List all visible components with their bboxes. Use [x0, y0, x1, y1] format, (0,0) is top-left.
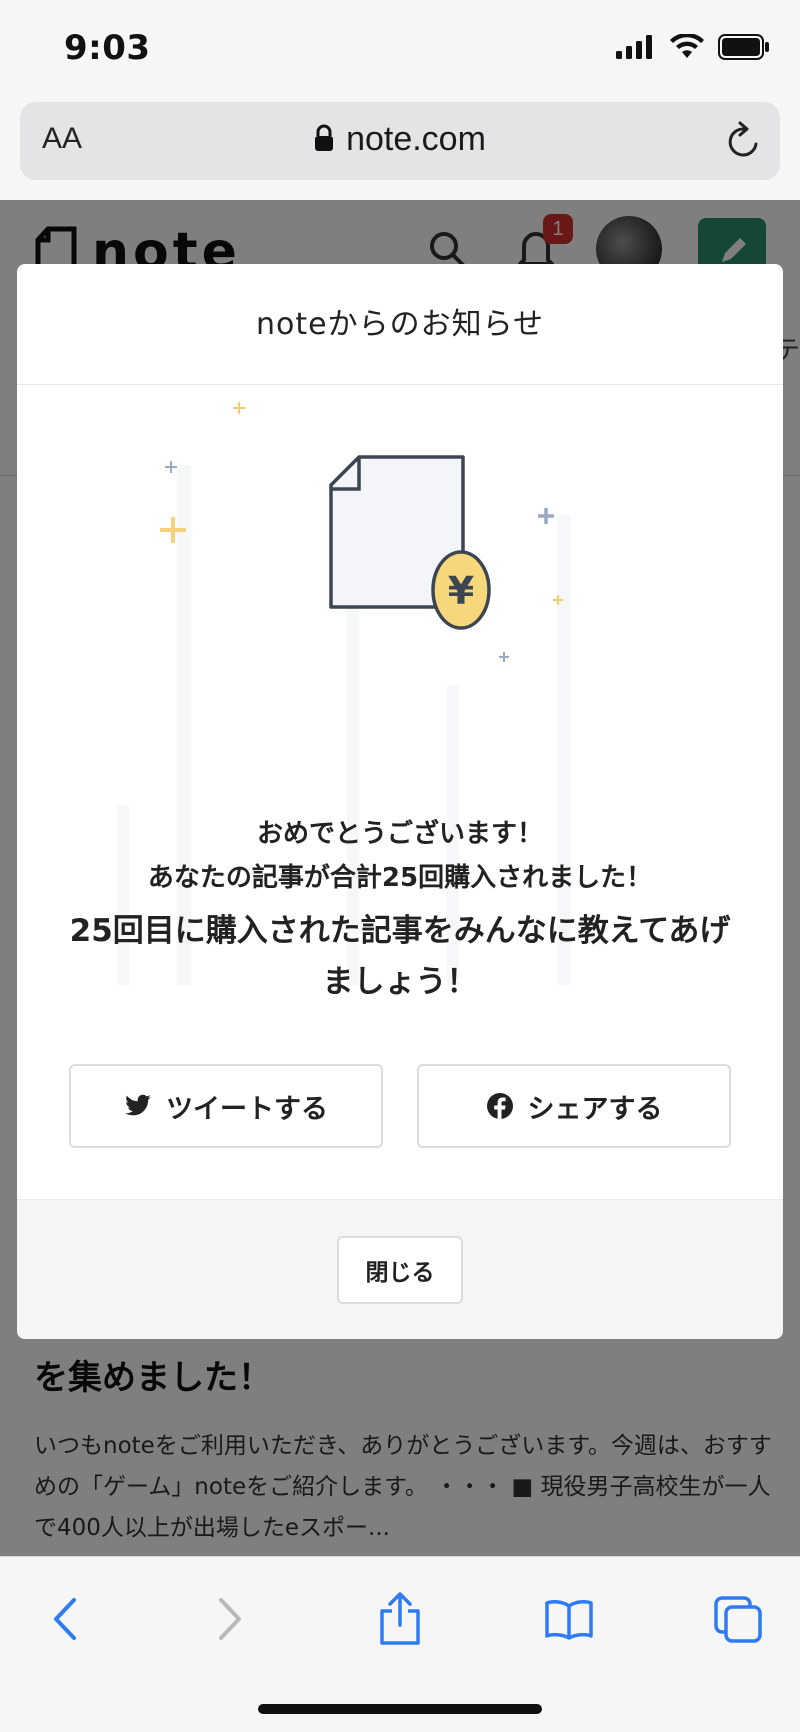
congratulation-message: おめでとうございます！ あなたの記事が合計25回購入されました！ 25回目に購入… [17, 812, 783, 1008]
wifi-icon [670, 34, 704, 58]
chevron-right-icon [219, 1598, 241, 1640]
address-bar[interactable]: AA note.com [20, 102, 780, 180]
book-icon [545, 1600, 593, 1640]
close-button[interactable]: 閉じる [337, 1236, 463, 1304]
url-text: note.com [346, 120, 486, 158]
home-indicator [258, 1704, 542, 1714]
tweet-button[interactable]: ツイートする [69, 1064, 383, 1148]
coin-symbol: ¥ [448, 569, 474, 613]
twitter-icon [125, 1094, 151, 1116]
notification-modal: noteからのお知らせ ¥ おめでとうございます！ あなたの記事が合計25回購入… [17, 264, 783, 1339]
forward-button[interactable] [200, 1589, 260, 1649]
share-buttons: ツイートする シェアする [69, 1064, 731, 1148]
facebook-share-button[interactable]: シェアする [417, 1064, 731, 1148]
chevron-left-icon [54, 1598, 76, 1640]
modal-title: noteからのお知らせ [256, 307, 544, 342]
share-icon [380, 1592, 420, 1645]
status-bar: 9:03 [0, 0, 800, 100]
tabs-icon [714, 1596, 762, 1643]
lock-icon [315, 124, 334, 151]
tabs-button[interactable] [708, 1589, 768, 1649]
tweet-label: ツイートする [166, 1093, 328, 1125]
reload-icon[interactable] [724, 120, 764, 162]
cellular-signal-icon [616, 35, 652, 59]
share-page-button[interactable] [370, 1589, 430, 1649]
modal-footer: 閉じる [17, 1199, 783, 1339]
status-time: 9:03 [64, 28, 151, 68]
facebook-icon [486, 1093, 513, 1120]
status-icons [616, 34, 770, 60]
battery-icon [718, 34, 769, 60]
bookmarks-button[interactable] [539, 1589, 599, 1649]
message-line-1: おめでとうございます！ [256, 819, 543, 849]
browser-address-area: AA note.com [0, 100, 800, 200]
message-line-3: 25回目に購入された記事をみんなに教えてあげましょう！ [69, 913, 731, 1000]
back-button[interactable] [35, 1589, 95, 1649]
share-label: シェアする [527, 1093, 663, 1125]
url-display[interactable]: note.com [20, 120, 780, 159]
message-line-2: あなたの記事が合計25回購入されました！ [147, 863, 653, 893]
modal-header: noteからのお知らせ [17, 264, 783, 385]
